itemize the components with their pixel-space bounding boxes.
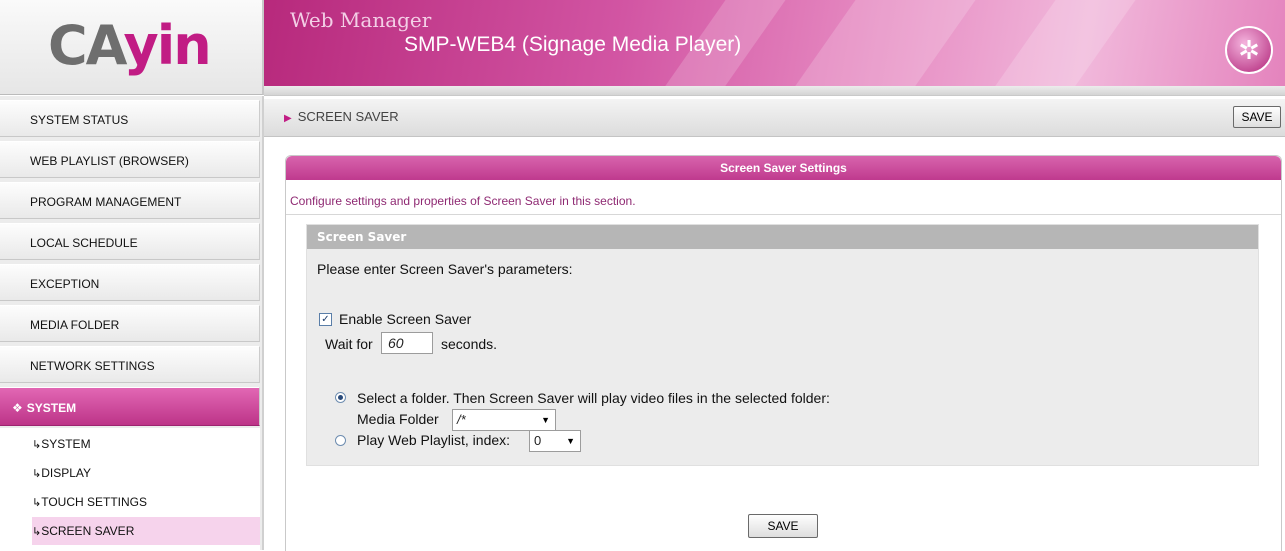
playlist-index-select[interactable]: 0 ▼ [529,430,581,452]
option-playlist-label: Play Web Playlist, index: [357,432,511,448]
sparkle-icon: ❖ [12,401,23,415]
breadcrumb: ▶ SCREEN SAVER [284,109,399,124]
wand-icon[interactable]: ✲ [1225,26,1273,74]
media-folder-label: Media Folder [357,411,439,427]
cayin-logo: CAyin [48,14,212,77]
save-button-top[interactable]: SAVE [1233,106,1281,128]
sub-arrow-icon: ↳ [32,438,42,451]
sidebar-item-web-playlist[interactable]: WEB PLAYLIST (BROWSER) [0,141,260,178]
sub-arrow-icon: ↳ [32,525,42,538]
banner-bottom-bar [264,86,1285,96]
triangle-right-icon: ▶ [284,113,292,124]
sidebar-subitem-touch-settings[interactable]: ↳TOUCH SETTINGS [32,488,260,516]
device-title: SMP-WEB4 (Signage Media Player) [404,33,742,56]
seconds-label: seconds. [441,336,498,352]
sidebar-subitem-screen-saver[interactable]: ↳SCREEN SAVER [32,517,260,545]
wait-label: Wait for [325,336,373,352]
sidebar-submenu: ↳SYSTEM ↳DISPLAY ↳TOUCH SETTINGS ↳SCREEN… [0,428,260,550]
sub-arrow-icon: ↳ [32,496,42,509]
enable-screen-saver-label: Enable Screen Saver [339,311,472,327]
enable-screen-saver-checkbox[interactable]: ✓ [319,313,332,326]
section-title: Screen Saver [307,225,1258,249]
option-folder-label: Select a folder. Then Screen Saver will … [357,390,830,406]
panel-title: Screen Saver Settings [286,156,1281,180]
sidebar-item-program-management[interactable]: PROGRAM MANAGEMENT [0,182,260,219]
sidebar-item-local-schedule[interactable]: LOCAL SCHEDULE [0,223,260,260]
save-button-bottom[interactable]: SAVE [748,514,818,538]
sidebar-subitem-display[interactable]: ↳DISPLAY [32,459,260,487]
dropdown-arrow-icon: ▼ [541,415,550,425]
divider [286,214,1281,215]
sidebar-subitem-system[interactable]: ↳SYSTEM [32,430,260,458]
sub-arrow-icon: ↳ [32,467,42,480]
radio-web-playlist[interactable] [335,435,346,446]
header-banner: Web Manager SMP-WEB4 (Signage Media Play… [264,0,1285,86]
settings-panel: Screen Saver Settings Configure settings… [285,155,1282,551]
screen-saver-section: Screen Saver Please enter Screen Saver's… [306,224,1259,466]
wait-seconds-input[interactable]: 60 [381,332,433,354]
sidebar-item-exception[interactable]: EXCEPTION [0,264,260,301]
panel-description: Configure settings and properties of Scr… [290,194,636,208]
section-prompt: Please enter Screen Saver's parameters: [317,261,573,277]
radio-select-folder[interactable] [335,392,346,403]
sidebar: SYSTEM STATUS WEB PLAYLIST (BROWSER) PRO… [0,96,264,550]
media-folder-select[interactable]: /* ▼ [452,409,556,431]
sidebar-item-network-settings[interactable]: NETWORK SETTINGS [0,346,260,383]
breadcrumb-bar: ▶ SCREEN SAVER SAVE [264,99,1285,137]
sidebar-item-media-folder[interactable]: MEDIA FOLDER [0,305,260,342]
sidebar-item-system-status[interactable]: SYSTEM STATUS [0,100,260,137]
banner-stripe [985,0,1143,86]
banner-stripe [785,0,983,86]
logo-area: CAyin [0,0,264,95]
sidebar-item-system[interactable]: ❖ SYSTEM [0,387,260,426]
app-title: Web Manager [290,8,432,32]
dropdown-arrow-icon: ▼ [566,436,575,446]
